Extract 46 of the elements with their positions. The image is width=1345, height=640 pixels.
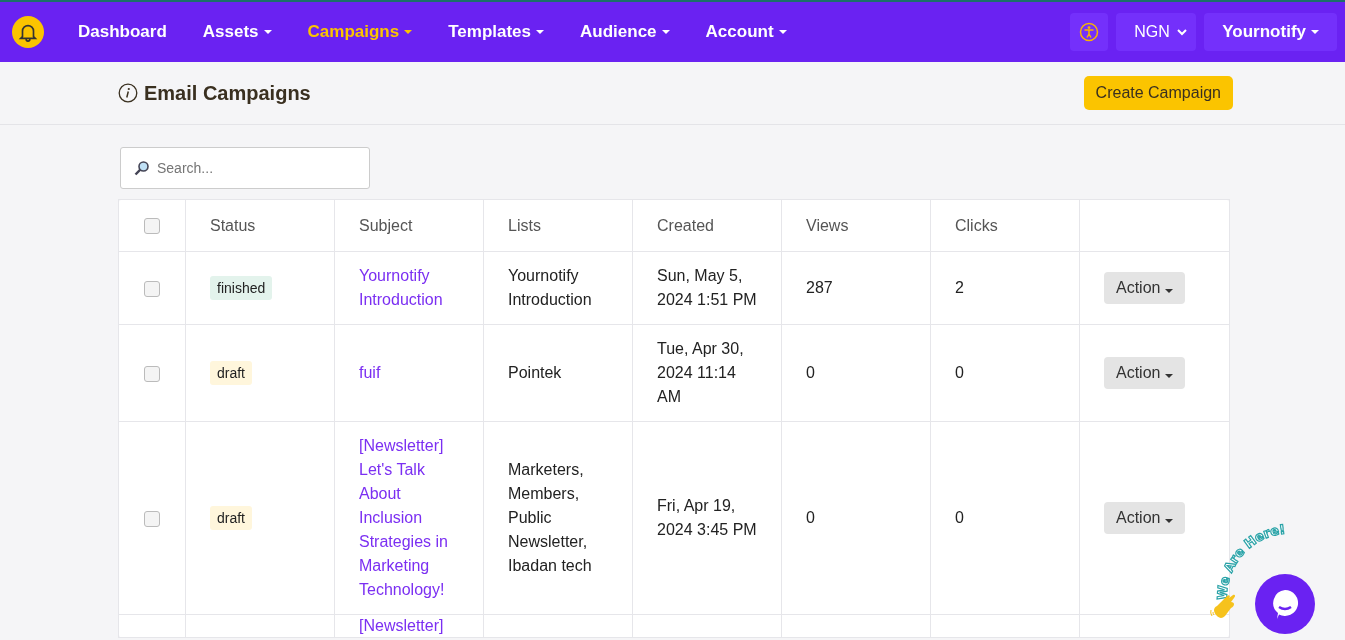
table-cell: Fri, Apr 19, 2024 3:45 PM: [657, 497, 757, 538]
action-dropdown-button[interactable]: Action: [1104, 272, 1186, 304]
column-header: Created: [657, 216, 714, 234]
nav-menu-item[interactable]: Templates: [430, 22, 563, 42]
table-cell: Sun, May 5, 2024 1:51 PM: [657, 267, 757, 308]
table-cell: Yournotify Introduction: [508, 267, 592, 308]
column-header: Subject: [359, 216, 413, 234]
table-cell: Marketers, Members, Public Newsletter, Ibadan tech: [508, 461, 592, 574]
table-cell: 2: [955, 279, 964, 296]
column-header: Status: [210, 216, 256, 234]
chevron-down-icon[interactable]: [1176, 28, 1189, 36]
create-campaign-button[interactable]: Create Campaign: [1083, 76, 1233, 110]
nav-menu-item[interactable]: Campaigns: [289, 22, 431, 42]
bell-icon[interactable]: [12, 16, 44, 48]
nav-menu-item[interactable]: Assets: [184, 22, 290, 42]
status-badge: draft: [210, 506, 252, 530]
subject-link[interactable]: fuif: [359, 361, 459, 385]
currency-select[interactable]: NGN: [1116, 13, 1197, 51]
table-cell: 0: [955, 364, 964, 381]
action-dropdown-button[interactable]: Action: [1104, 502, 1186, 534]
nav-menu-item[interactable]: Dashboard: [60, 22, 185, 42]
status-badge: draft: [210, 361, 252, 385]
row-checkbox[interactable]: [144, 365, 160, 382]
table-cell: 0: [955, 509, 964, 526]
nav-menu-item[interactable]: Audience: [562, 22, 688, 42]
table-cell: 0: [806, 364, 815, 381]
status-badge: finished: [210, 276, 273, 300]
select-all-checkbox[interactable]: [144, 218, 160, 235]
table-cell: Tue, Apr 30, 2024 11:14 AM: [657, 340, 744, 405]
nav-menu-item[interactable]: Account: [687, 22, 805, 42]
speech-bubble-icon: [1270, 588, 1300, 620]
table-cell: 287: [806, 279, 833, 296]
search-field[interactable]: Search...: [120, 147, 370, 189]
column-header: Clicks: [955, 216, 998, 234]
table-cell: 0: [806, 509, 815, 526]
row-checkbox[interactable]: [144, 510, 160, 527]
info-icon: [118, 83, 138, 103]
column-header: Lists: [508, 216, 541, 234]
chat-button[interactable]: [1255, 574, 1315, 634]
page-title: Email Campaigns: [144, 81, 311, 105]
action-dropdown-button[interactable]: Action: [1104, 357, 1186, 389]
user-menu[interactable]: Yournotify: [1204, 13, 1337, 51]
column-header: Views: [806, 216, 849, 234]
table-cell: Pointek: [508, 364, 562, 381]
accessibility-icon[interactable]: [1070, 13, 1109, 51]
row-checkbox[interactable]: [144, 280, 160, 297]
